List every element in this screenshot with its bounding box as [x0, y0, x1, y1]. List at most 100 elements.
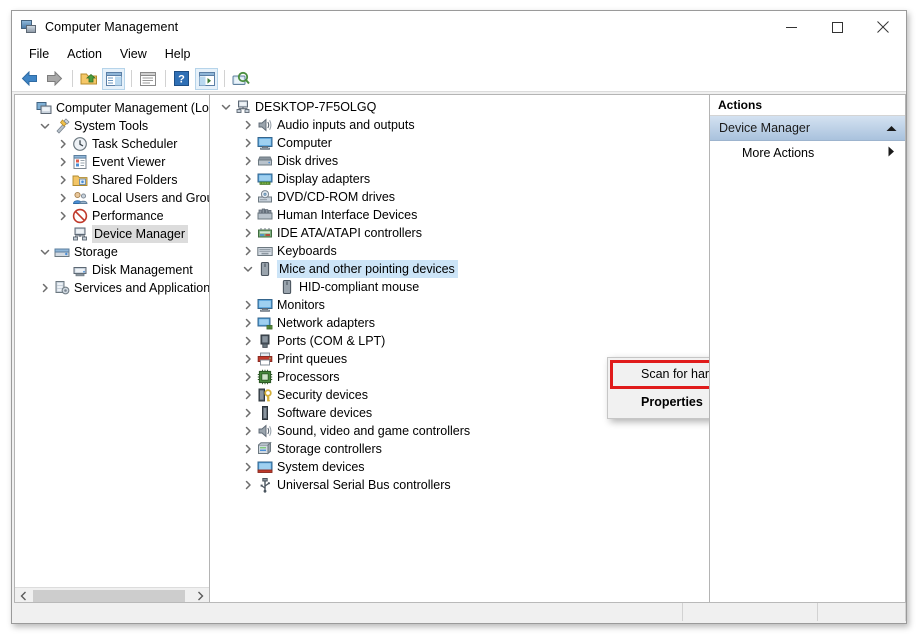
up-folder-icon[interactable]: [77, 68, 100, 90]
scrollbar-thumb[interactable]: [33, 590, 185, 603]
chevron-right-icon[interactable]: [240, 225, 256, 241]
tree-item-network-adapters[interactable]: Network adapters: [210, 314, 709, 332]
menu-view[interactable]: View: [111, 45, 156, 64]
tree-item-display-adapters[interactable]: Display adapters: [210, 170, 709, 188]
context-menu-item-properties[interactable]: Properties: [608, 388, 710, 416]
show-hide-action-pane-icon[interactable]: [195, 68, 218, 90]
chevron-right-icon[interactable]: [240, 441, 256, 457]
tree-item-performance[interactable]: Performance: [15, 207, 209, 225]
tree-item-disk-drives[interactable]: Disk drives: [210, 152, 709, 170]
tree-item-device-manager[interactable]: Device Manager: [15, 225, 209, 243]
tree-item-ide-ata-atapi-controllers[interactable]: IDE ATA/ATAPI controllers: [210, 224, 709, 242]
tree-item-keyboards[interactable]: Keyboards: [210, 242, 709, 260]
chevron-right-icon[interactable]: [55, 136, 71, 152]
chevron-right-icon[interactable]: [55, 172, 71, 188]
chevron-right-icon[interactable]: [55, 190, 71, 206]
tree-item-computer[interactable]: Computer: [210, 134, 709, 152]
chevron-right-icon[interactable]: [37, 280, 53, 296]
chevron-right-icon[interactable]: [240, 315, 256, 331]
chevron-down-icon[interactable]: [218, 99, 234, 115]
chevron-right-icon[interactable]: [240, 297, 256, 313]
chevron-right-icon[interactable]: [240, 207, 256, 223]
tree-item-desktop-7f5olgq[interactable]: DESKTOP-7F5OLGQ: [210, 98, 709, 116]
minimize-button[interactable]: [768, 11, 814, 43]
tree-item-label: Monitors: [277, 297, 325, 313]
tree-item-local-users-and-groups[interactable]: Local Users and Groups: [15, 189, 209, 207]
menu-file[interactable]: File: [20, 45, 58, 64]
chevron-right-icon[interactable]: [240, 387, 256, 403]
users-icon: [71, 190, 89, 206]
tree-item-event-viewer[interactable]: Event Viewer: [15, 153, 209, 171]
actions-pane-header: Actions: [710, 95, 905, 116]
chevron-down-icon[interactable]: [37, 118, 53, 134]
tree-item-label: Mice and other pointing devices: [277, 260, 458, 278]
context-menu-item-scan-for-hardware-changes[interactable]: Scan for hardware changes: [608, 360, 710, 388]
show-hide-console-tree-icon[interactable]: [102, 68, 125, 90]
tree-item-system-tools[interactable]: System Tools: [15, 117, 209, 135]
chevron-right-icon[interactable]: [240, 477, 256, 493]
chevron-up-icon[interactable]: [886, 121, 897, 135]
tree-item-mice-and-other-pointing-devices[interactable]: Mice and other pointing devices: [210, 260, 709, 278]
chevron-right-icon[interactable]: [240, 351, 256, 367]
tree-item-shared-folders[interactable]: Shared Folders: [15, 171, 209, 189]
chevron-right-icon[interactable]: [240, 135, 256, 151]
tree-item-dvd-cd-rom-drives[interactable]: DVD/CD-ROM drives: [210, 188, 709, 206]
chevron-right-icon[interactable]: [55, 154, 71, 170]
back-icon[interactable]: [18, 68, 41, 90]
tree-item-label: Task Scheduler: [92, 136, 177, 152]
menu-help[interactable]: Help: [156, 45, 200, 64]
tree-item-computer-management-local[interactable]: Computer Management (Local: [15, 99, 209, 117]
tree-chevron-placeholder: [19, 100, 35, 116]
chevron-right-icon[interactable]: [240, 243, 256, 259]
tree-item-label: DVD/CD-ROM drives: [277, 189, 395, 205]
scan-hardware-changes-icon[interactable]: [229, 68, 252, 90]
tree-item-services-and-applications[interactable]: Services and Applications: [15, 279, 209, 297]
actions-pane: Actions Device Manager More Actions: [710, 94, 906, 605]
tree-item-sound-video-and-game-controllers[interactable]: Sound, video and game controllers: [210, 422, 709, 440]
software-device-icon: [256, 405, 274, 421]
ide-controller-icon: [256, 225, 274, 241]
tree-item-hid-compliant-mouse[interactable]: HID-compliant mouse: [210, 278, 709, 296]
tree-item-storage-controllers[interactable]: Storage controllers: [210, 440, 709, 458]
maximize-button[interactable]: [814, 11, 860, 43]
forward-icon[interactable]: [43, 68, 66, 90]
status-segment-2: [683, 603, 818, 621]
properties-icon[interactable]: [136, 68, 159, 90]
tree-item-label: Local Users and Groups: [92, 190, 210, 206]
chevron-right-icon[interactable]: [240, 405, 256, 421]
toolbar-separator: [165, 70, 166, 87]
tree-item-task-scheduler[interactable]: Task Scheduler: [15, 135, 209, 153]
chevron-right-icon[interactable]: [240, 333, 256, 349]
window-title: Computer Management: [45, 20, 178, 34]
menu-action[interactable]: Action: [58, 45, 111, 64]
actions-group-device-manager[interactable]: Device Manager: [710, 116, 905, 141]
tree-item-ports-com-lpt[interactable]: Ports (COM & LPT): [210, 332, 709, 350]
chevron-right-icon[interactable]: [240, 423, 256, 439]
chevron-right-icon[interactable]: [240, 171, 256, 187]
close-button[interactable]: [860, 11, 906, 43]
help-icon[interactable]: ?: [170, 68, 193, 90]
device-manager-pane: DESKTOP-7F5OLGQAudio inputs and outputsC…: [210, 94, 710, 605]
chevron-right-icon[interactable]: [240, 153, 256, 169]
chevron-right-icon: [888, 146, 895, 160]
window-controls: [768, 11, 906, 43]
chevron-down-icon[interactable]: [240, 261, 256, 277]
chevron-right-icon[interactable]: [55, 208, 71, 224]
action-more-actions[interactable]: More Actions: [710, 141, 905, 165]
tree-item-storage[interactable]: Storage: [15, 243, 209, 261]
chevron-down-icon[interactable]: [37, 244, 53, 260]
chevron-right-icon[interactable]: [240, 117, 256, 133]
tree-item-label: Shared Folders: [92, 172, 177, 188]
chevron-right-icon[interactable]: [240, 369, 256, 385]
chevron-right-icon[interactable]: [240, 459, 256, 475]
tree-item-human-interface-devices[interactable]: Human Interface Devices: [210, 206, 709, 224]
tree-item-audio-inputs-and-outputs[interactable]: Audio inputs and outputs: [210, 116, 709, 134]
processor-icon: [256, 369, 274, 385]
tree-item-system-devices[interactable]: System devices: [210, 458, 709, 476]
tree-item-disk-management[interactable]: Disk Management: [15, 261, 209, 279]
console-tree-pane: Computer Management (LocalSystem ToolsTa…: [14, 94, 210, 605]
tree-item-monitors[interactable]: Monitors: [210, 296, 709, 314]
tree-item-universal-serial-bus-controllers[interactable]: Universal Serial Bus controllers: [210, 476, 709, 494]
chevron-right-icon[interactable]: [240, 189, 256, 205]
hid-icon: [256, 207, 274, 223]
